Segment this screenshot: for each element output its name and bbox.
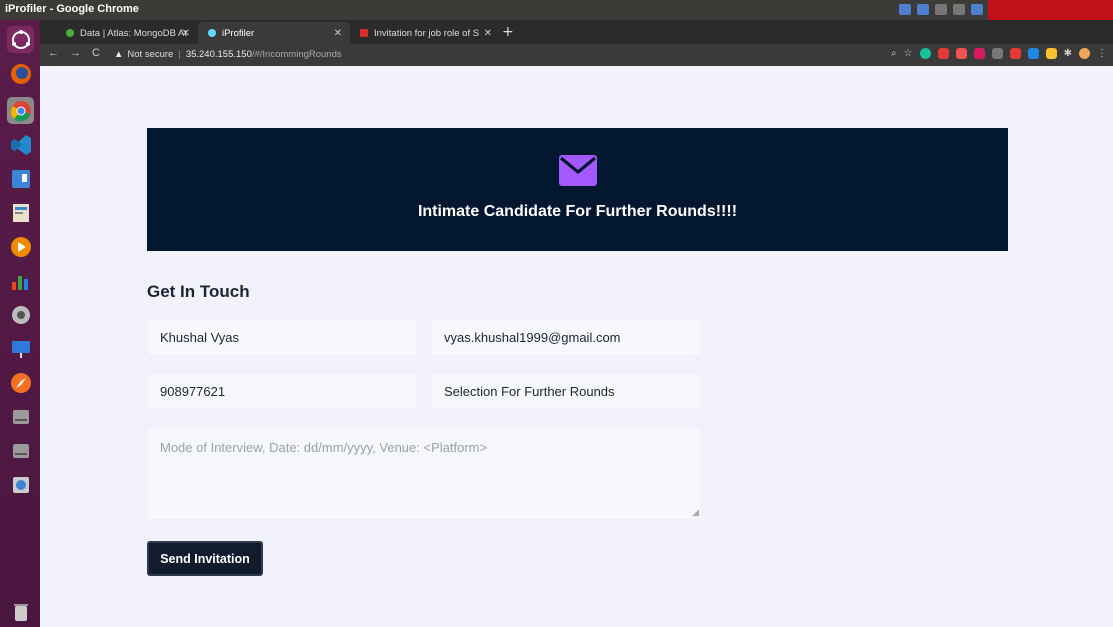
security-label: Not secure: [127, 49, 174, 60]
extension-icon[interactable]: [937, 48, 949, 59]
extension-icon[interactable]: [955, 48, 967, 59]
tab-gmail[interactable]: Invitation for job role of S ✕: [350, 22, 500, 44]
leaf-icon: [66, 29, 74, 37]
zoom-search-icon[interactable]: ⌕: [891, 48, 897, 59]
envelope-icon: [559, 155, 597, 186]
files-icon[interactable]: [7, 165, 34, 192]
extension-icon[interactable]: [1009, 48, 1021, 59]
tab-mongodb[interactable]: Data | Atlas: MongoDB At ✕: [56, 22, 198, 44]
extension-icon[interactable]: [1027, 48, 1039, 59]
wifi-icon[interactable]: [935, 4, 947, 15]
settings-icon[interactable]: [7, 301, 34, 328]
os-top-bar: iProfiler - Google Chrome: [0, 0, 1113, 20]
back-icon[interactable]: ←: [48, 47, 59, 59]
tab-label: Invitation for job role of S: [374, 27, 480, 39]
text-editor-icon[interactable]: [7, 199, 34, 226]
email-field[interactable]: vyas.khushal1999@gmail.com: [431, 319, 702, 356]
compass-icon[interactable]: [7, 369, 34, 396]
tab-iprofiler[interactable]: iProfiler ✕: [198, 22, 350, 44]
hero-banner: Intimate Candidate For Further Rounds!!!…: [147, 128, 1008, 251]
url-host: 35.240.155.150: [185, 49, 252, 60]
resize-handle-icon[interactable]: ◢: [692, 507, 699, 518]
launcher-dock: [0, 20, 40, 627]
window-title: iProfiler - Google Chrome: [5, 3, 139, 15]
react-icon: [208, 29, 216, 37]
extension-icon[interactable]: [1045, 48, 1057, 59]
address-bar[interactable]: ▲ Not secure | 35.240.155.150/#/Incommin…: [114, 46, 894, 63]
grammarly-icon[interactable]: [919, 48, 931, 59]
charts-icon[interactable]: [7, 267, 34, 294]
send-invitation-button[interactable]: Send Invitation: [147, 541, 263, 576]
warning-icon: ▲: [114, 49, 124, 60]
message-placeholder: Mode of Interview, Date: dd/mm/yyyy, Ven…: [160, 440, 488, 455]
name-field[interactable]: Khushal Vyas: [147, 319, 418, 356]
menu-icon[interactable]: ⋮: [1097, 48, 1107, 59]
profile-avatar[interactable]: [1079, 48, 1090, 59]
vlc-icon[interactable]: [7, 233, 34, 260]
extension-icon[interactable]: [991, 48, 1003, 59]
extension-icon[interactable]: [973, 48, 985, 59]
url-path: /#/IncommingRounds: [251, 49, 342, 60]
system-tray[interactable]: [899, 4, 983, 15]
presentation-icon[interactable]: [7, 335, 34, 362]
page-content: Intimate Candidate For Further Rounds!!!…: [40, 66, 1113, 627]
ubuntu-icon[interactable]: [7, 26, 34, 53]
gmail-icon: [360, 29, 368, 37]
section-title: Get In Touch: [147, 282, 250, 301]
zoom-icon[interactable]: [899, 4, 911, 15]
vscode-icon[interactable]: [7, 131, 34, 158]
bookmark-star-icon[interactable]: ☆: [904, 48, 913, 59]
hero-title: Intimate Candidate For Further Rounds!!!…: [417, 203, 738, 220]
battery-icon[interactable]: [953, 4, 965, 15]
phone-field[interactable]: 908977621: [147, 373, 418, 410]
trash-icon[interactable]: [7, 598, 34, 625]
divider: |: [178, 49, 181, 60]
tab-label: iProfiler: [222, 27, 255, 39]
tab-label: Data | Atlas: MongoDB At: [80, 27, 188, 39]
reload-icon[interactable]: C: [92, 47, 100, 59]
drive-icon[interactable]: [7, 403, 34, 430]
chrome-icon[interactable]: [7, 97, 34, 124]
browser-toolbar: ← → C ▲ Not secure | 35.240.155.150/#/In…: [40, 44, 1113, 66]
bluetooth-icon[interactable]: [971, 4, 983, 15]
extensions-puzzle-icon[interactable]: ✱: [1064, 48, 1072, 59]
message-textarea[interactable]: Mode of Interview, Date: dd/mm/yyyy, Ven…: [147, 427, 702, 520]
close-icon[interactable]: ✕: [182, 28, 190, 39]
forward-icon[interactable]: →: [70, 47, 81, 59]
drive-icon[interactable]: [7, 437, 34, 464]
screen-icon[interactable]: [917, 4, 929, 15]
close-icon[interactable]: ✕: [484, 28, 492, 39]
subject-field[interactable]: Selection For Further Rounds: [431, 373, 702, 410]
firefox-icon[interactable]: [7, 60, 34, 87]
extensions-bar: ⌕ ☆ ✱ ⋮: [891, 48, 1107, 59]
tab-strip: Data | Atlas: MongoDB At ✕ iProfiler ✕ I…: [40, 20, 1113, 44]
recording-indicator: [988, 0, 1113, 20]
close-icon[interactable]: ✕: [334, 28, 342, 39]
new-tab-button[interactable]: +: [502, 24, 514, 40]
disk-icon[interactable]: [7, 471, 34, 498]
